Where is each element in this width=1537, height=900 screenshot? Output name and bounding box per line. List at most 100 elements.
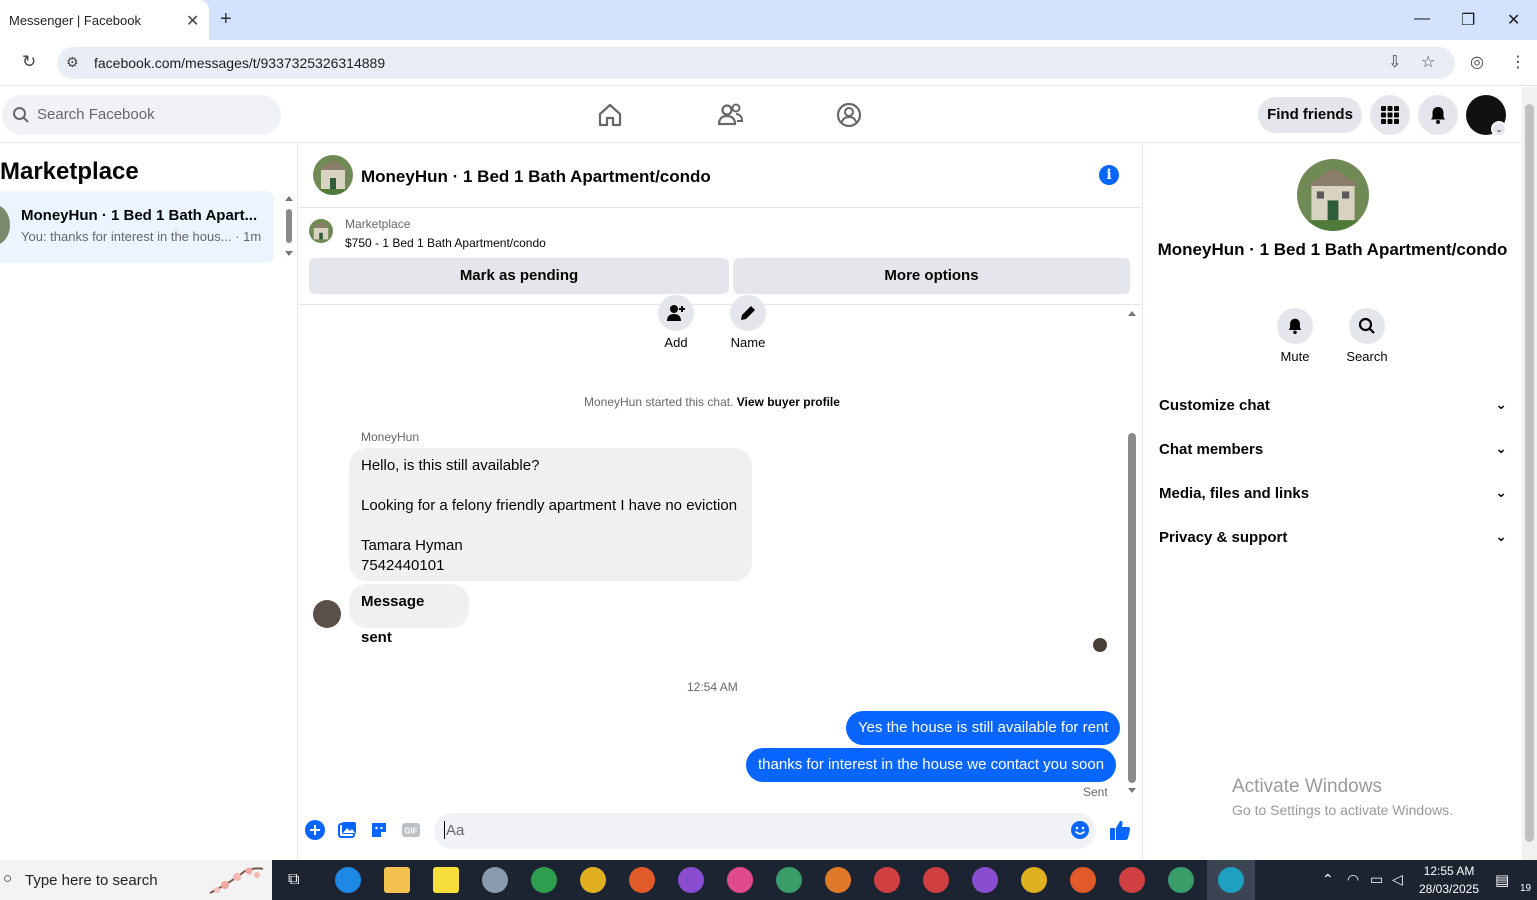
photo-icon[interactable]	[337, 820, 357, 840]
app-icon[interactable]	[482, 867, 508, 893]
conversation-name: MoneyHun · 1 Bed 1 Bath Apart...	[21, 207, 258, 224]
sticker-icon[interactable]	[369, 820, 389, 840]
outgoing-message[interactable]: Yes the house is still available for ren…	[846, 711, 1121, 745]
home-icon[interactable]	[595, 100, 625, 130]
edge-icon[interactable]	[335, 867, 361, 893]
media-files-links-section[interactable]: Media, files and links ⌄	[1159, 484, 1507, 509]
chrome-icon[interactable]	[1168, 867, 1194, 893]
chat-scrollbar[interactable]	[1127, 308, 1137, 798]
chrome-icon[interactable]	[923, 867, 949, 893]
battery-icon[interactable]: ▭	[1370, 871, 1383, 888]
privacy-support-section[interactable]: Privacy & support ⌄	[1159, 528, 1507, 553]
notification-icon[interactable]: ▤	[1495, 871, 1509, 889]
wifi-icon[interactable]: ◠	[1347, 871, 1359, 888]
more-actions-icon[interactable]	[305, 820, 325, 840]
install-app-icon[interactable]: ⇩	[1388, 52, 1401, 72]
emoji-icon[interactable]	[1070, 820, 1090, 840]
profile-icon[interactable]: ◎	[1470, 52, 1484, 72]
chrome-icon[interactable]	[629, 867, 655, 893]
chrome-icon[interactable]	[580, 867, 606, 893]
customize-chat-section[interactable]: Customize chat ⌄	[1159, 396, 1507, 421]
volume-muted-icon[interactable]: ◁	[1392, 871, 1403, 888]
bookmark-star-icon[interactable]: ☆	[1421, 52, 1435, 72]
contact-avatar[interactable]	[1297, 159, 1369, 231]
file-explorer-icon[interactable]	[384, 867, 410, 893]
reload-icon[interactable]: ↻	[22, 52, 36, 72]
house-photo-icon	[313, 155, 353, 195]
mark-as-pending-button[interactable]: Mark as pending	[309, 258, 729, 294]
outgoing-message[interactable]: thanks for interest in the house we cont…	[746, 748, 1117, 782]
search-icon	[1358, 317, 1375, 334]
clock-date[interactable]: 28/03/2025	[1413, 882, 1485, 896]
sidebar-scrollbar[interactable]	[284, 195, 294, 257]
bell-icon	[1288, 318, 1302, 335]
search-label: Search	[1346, 349, 1388, 364]
add-people-button[interactable]	[658, 295, 694, 331]
chat-started-notice: MoneyHun started this chat. View buyer p…	[584, 395, 840, 409]
chrome-icon[interactable]	[1021, 867, 1047, 893]
message-input[interactable]	[434, 813, 1096, 849]
friends-icon[interactable]	[715, 100, 745, 130]
chrome-icon[interactable]	[825, 867, 851, 893]
sidebar-title: Marketplace	[0, 158, 139, 185]
close-tab-icon[interactable]: ✕	[186, 11, 199, 31]
pencil-icon	[741, 306, 755, 320]
house-photo-icon	[309, 219, 333, 243]
chrome-icon[interactable]	[1070, 867, 1096, 893]
seen-indicator-avatar	[1093, 638, 1107, 652]
groups-icon[interactable]	[834, 100, 864, 130]
chrome-icon[interactable]	[727, 867, 753, 893]
sender-avatar[interactable]	[313, 600, 341, 628]
more-options-button[interactable]: More options	[733, 258, 1130, 294]
message-line: Hello, is this still available?	[361, 457, 540, 474]
restore-icon[interactable]: ❐	[1461, 10, 1475, 30]
chevron-up-icon[interactable]: ⌃	[1322, 871, 1334, 888]
thumbs-up-icon[interactable]	[1108, 818, 1132, 842]
task-view-icon[interactable]: ⧉	[288, 871, 299, 889]
conversation-preview: You: thanks for interest in the hous... …	[21, 229, 262, 244]
message-line: Tamara Hyman	[361, 537, 463, 554]
notifications-button[interactable]	[1418, 95, 1458, 135]
section-label: Media, files and links	[1159, 485, 1310, 502]
chrome-icon[interactable]	[776, 867, 802, 893]
browser-menu-icon[interactable]: ⋮	[1510, 52, 1526, 72]
taskbar-search-placeholder: Type here to search	[25, 872, 158, 889]
page-scrollbar-thumb[interactable]	[1525, 104, 1534, 842]
incoming-message[interactable]: Message sent	[349, 584, 469, 646]
minimize-icon[interactable]: —	[1414, 10, 1430, 28]
url-text[interactable]: facebook.com/messages/t/9337325326314889	[94, 55, 385, 71]
name-chat-button[interactable]	[730, 295, 766, 331]
grid-icon	[1381, 106, 1399, 124]
chrome-icon[interactable]	[874, 867, 900, 893]
mute-button[interactable]	[1277, 308, 1313, 344]
section-label: Chat members	[1159, 441, 1264, 458]
house-photo-icon	[1297, 159, 1369, 231]
new-tab-icon[interactable]: +	[220, 8, 232, 31]
chrome-icon[interactable]	[531, 867, 557, 893]
browser-tab[interactable]: Messenger | Facebook ✕	[0, 0, 209, 40]
find-friends-button[interactable]: Find friends	[1258, 97, 1362, 133]
listing-thumbnail	[309, 219, 333, 243]
svg-text:GIF: GIF	[404, 827, 417, 836]
chrome-icon[interactable]	[678, 867, 704, 893]
listing-title[interactable]: $750 - 1 Bed 1 Bath Apartment/condo	[345, 236, 546, 250]
chrome-icon[interactable]	[1218, 867, 1244, 893]
chrome-icon[interactable]	[972, 867, 998, 893]
clock-time[interactable]: 12:55 AM	[1413, 864, 1485, 878]
gif-icon[interactable]: GIF	[401, 820, 421, 840]
chat-avatar[interactable]	[313, 155, 353, 195]
close-window-icon[interactable]: ✕	[1507, 10, 1520, 30]
view-buyer-profile-link[interactable]: View buyer profile	[737, 395, 840, 409]
incoming-message[interactable]: Hello, is this still available? Looking …	[349, 448, 752, 581]
chat-members-section[interactable]: Chat members ⌄	[1159, 440, 1507, 465]
search-conversation-button[interactable]	[1349, 308, 1385, 344]
menu-grid-button[interactable]	[1370, 95, 1410, 135]
chat-title[interactable]: MoneyHun · 1 Bed 1 Bath Apartment/condo	[361, 167, 711, 187]
chrome-icon[interactable]	[1119, 867, 1145, 893]
account-chevron-icon[interactable]: ⌄	[1491, 121, 1507, 137]
site-info-icon[interactable]: ⚙	[66, 54, 79, 71]
conversation-item[interactable]	[0, 191, 274, 263]
sticky-notes-icon[interactable]	[433, 867, 459, 893]
conversation-info-icon[interactable]: i	[1099, 165, 1119, 185]
chevron-down-icon: ⌄	[1495, 396, 1507, 412]
